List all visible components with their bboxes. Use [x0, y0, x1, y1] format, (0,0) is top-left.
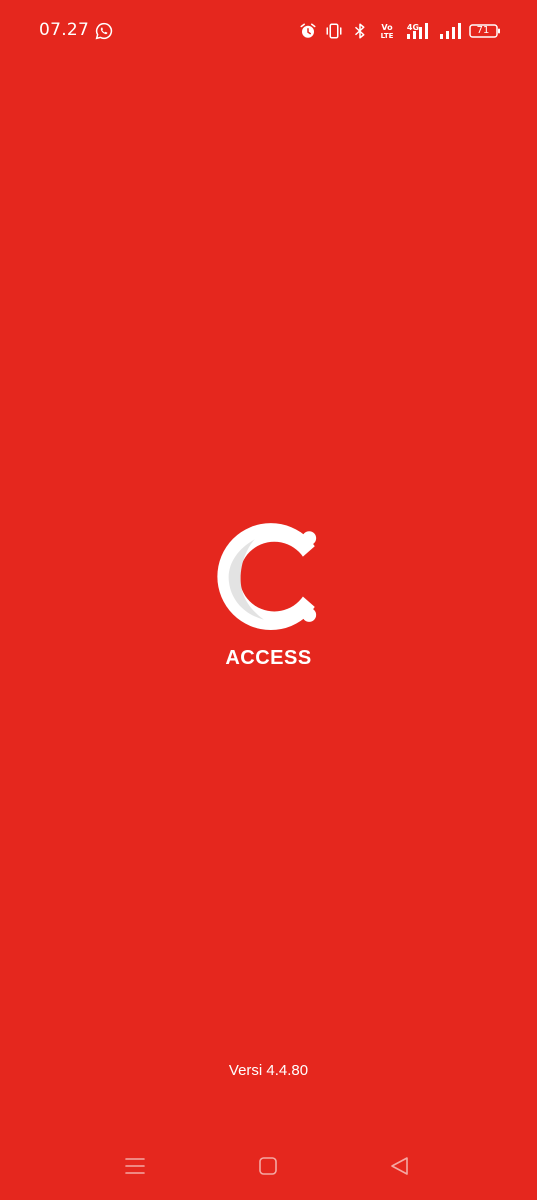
volte-icon: Vo LTE — [381, 23, 394, 40]
brand-name: ACCESS — [225, 647, 312, 669]
status-bar: 07.27 Vo LTE 4G 71 — [0, 0, 537, 62]
home-icon[interactable] — [256, 1154, 280, 1178]
status-icons: Vo LTE 4G 71 — [299, 18, 501, 44]
bluetooth-icon — [354, 23, 365, 39]
signal-icon — [440, 23, 461, 39]
battery-icon: 71 — [469, 24, 501, 38]
svg-text:LTE: LTE — [381, 32, 394, 40]
whatsapp-icon — [95, 22, 113, 40]
alarm-icon — [300, 23, 316, 38]
svg-text:Vo: Vo — [381, 23, 393, 32]
menu-icon[interactable] — [123, 1154, 147, 1178]
signal-4g-icon: 4G — [407, 23, 428, 39]
back-icon[interactable] — [388, 1154, 412, 1178]
svg-text:4G: 4G — [407, 23, 419, 32]
vibrate-icon — [326, 23, 342, 39]
navigation-bar — [0, 1140, 537, 1200]
status-time: 07.27 — [39, 20, 90, 40]
version-label: Versi 4.4.80 — [228, 1062, 309, 1079]
access-logo-icon — [217, 523, 325, 631]
battery-level: 71 — [476, 25, 490, 36]
